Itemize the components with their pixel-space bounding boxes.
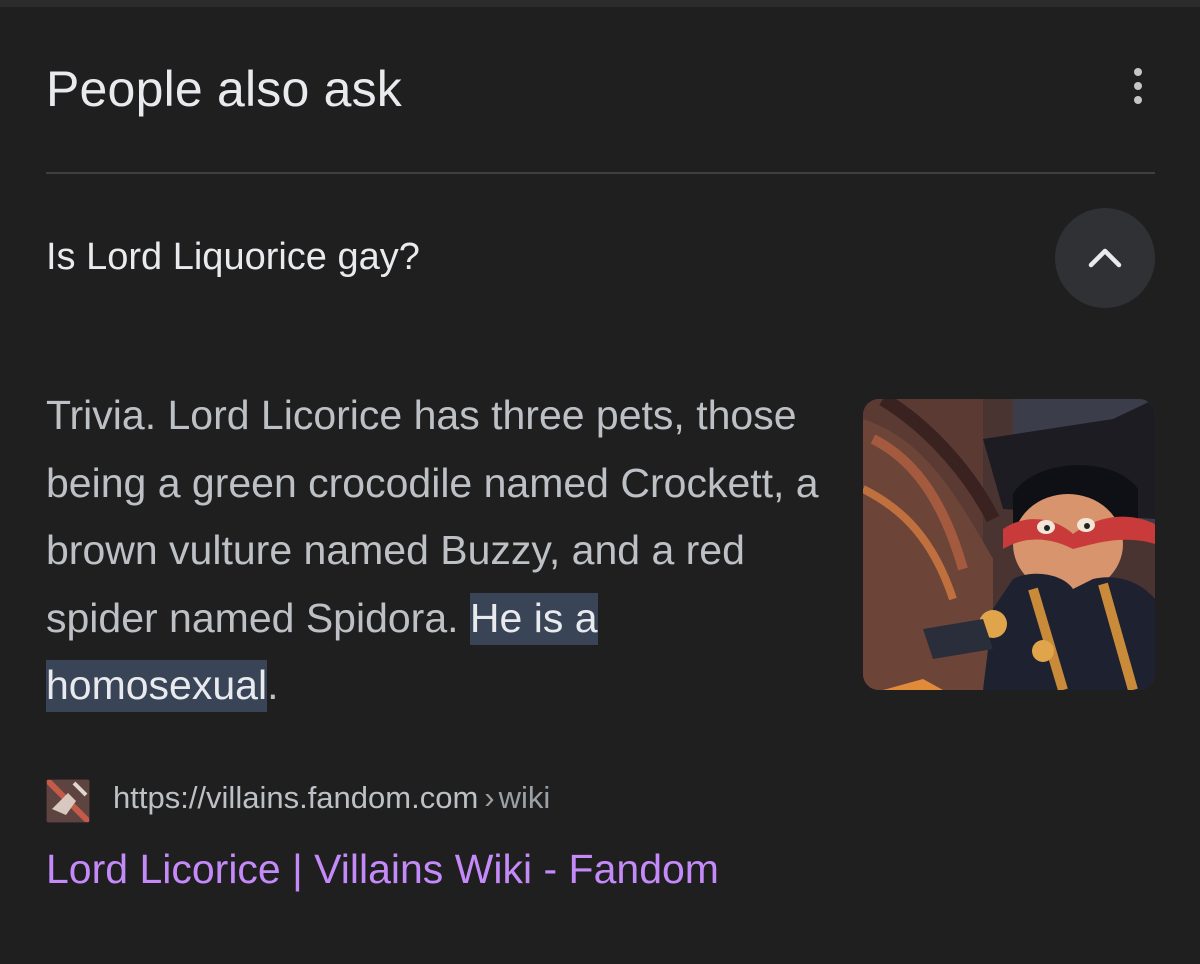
answer-snippet: Trivia. Lord Licorice has three pets, th… xyxy=(46,382,836,720)
answer-thumbnail-image[interactable] xyxy=(863,399,1155,690)
question-text[interactable]: Is Lord Liquorice gay? xyxy=(46,236,420,279)
site-favicon[interactable] xyxy=(46,779,90,823)
answer-text-end: . xyxy=(267,662,279,708)
source-path: wiki xyxy=(498,780,551,815)
people-also-ask-panel: People also ask Is Lord Liquorice gay? T… xyxy=(0,0,1200,964)
more-vert-icon xyxy=(1134,68,1142,104)
answer-text: Trivia. Lord Licorice has three pets, th… xyxy=(46,392,819,641)
divider xyxy=(46,172,1155,174)
section-title: People also ask xyxy=(46,61,403,117)
chevron-up-icon xyxy=(1088,248,1122,268)
more-options-button[interactable] xyxy=(1116,62,1160,110)
source-domain: https://villains.fandom.com xyxy=(113,780,479,815)
breadcrumb-separator: › xyxy=(484,780,495,815)
top-border xyxy=(0,0,1200,7)
collapse-button[interactable] xyxy=(1055,208,1155,308)
result-title-link[interactable]: Lord Licorice | Villains Wiki - Fandom xyxy=(46,846,719,893)
source-url[interactable]: https://villains.fandom.com › wiki xyxy=(113,780,550,816)
